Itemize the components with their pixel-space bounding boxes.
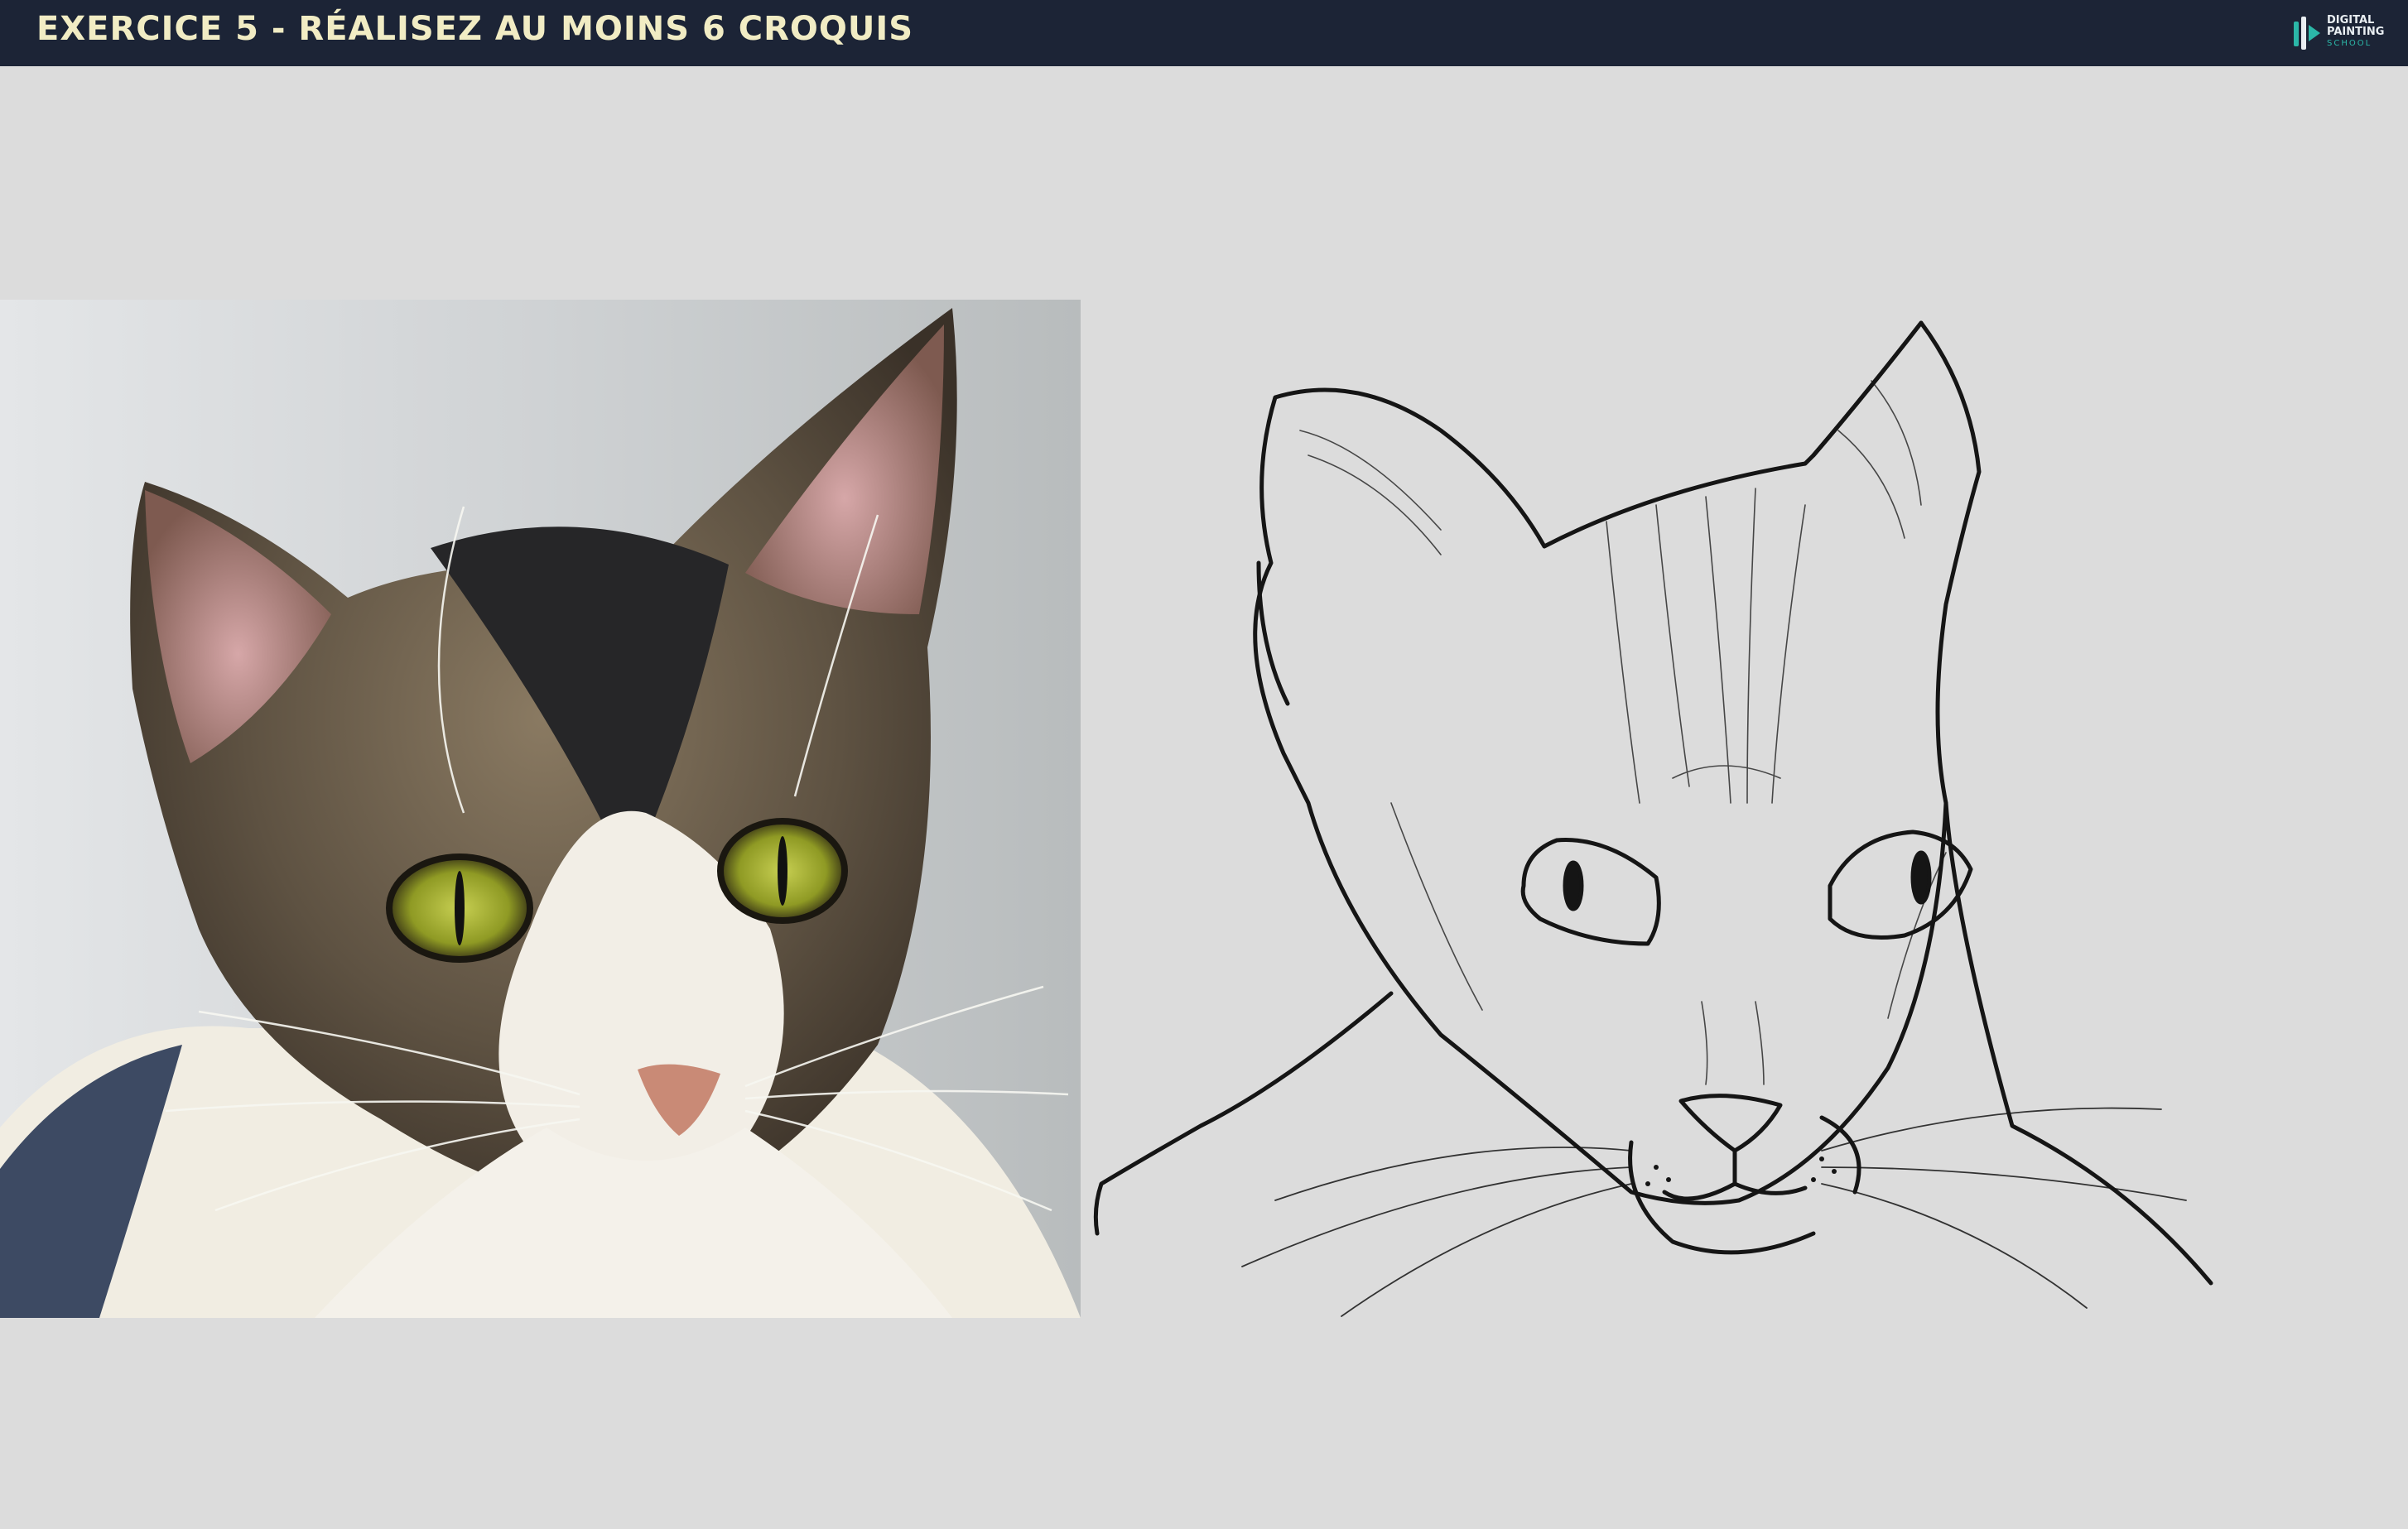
logo-text: DIGITAL PAINTING SCHOOL (2327, 15, 2384, 50)
brush-logo-icon (2294, 17, 2320, 50)
header-bar: EXERCICE 5 - RÉALISEZ AU MOINS 6 CROQUIS… (0, 0, 2408, 66)
cat-line-sketch (1093, 320, 2213, 1317)
cat-reference-photo (0, 300, 1081, 1318)
page-title: EXERCICE 5 - RÉALISEZ AU MOINS 6 CROQUIS (36, 10, 914, 48)
school-logo: DIGITAL PAINTING SCHOOL (2292, 12, 2391, 55)
logo-line1: DIGITAL (2327, 14, 2375, 26)
logo-line3: SCHOOL (2327, 39, 2372, 48)
logo-line2: PAINTING (2327, 26, 2385, 38)
